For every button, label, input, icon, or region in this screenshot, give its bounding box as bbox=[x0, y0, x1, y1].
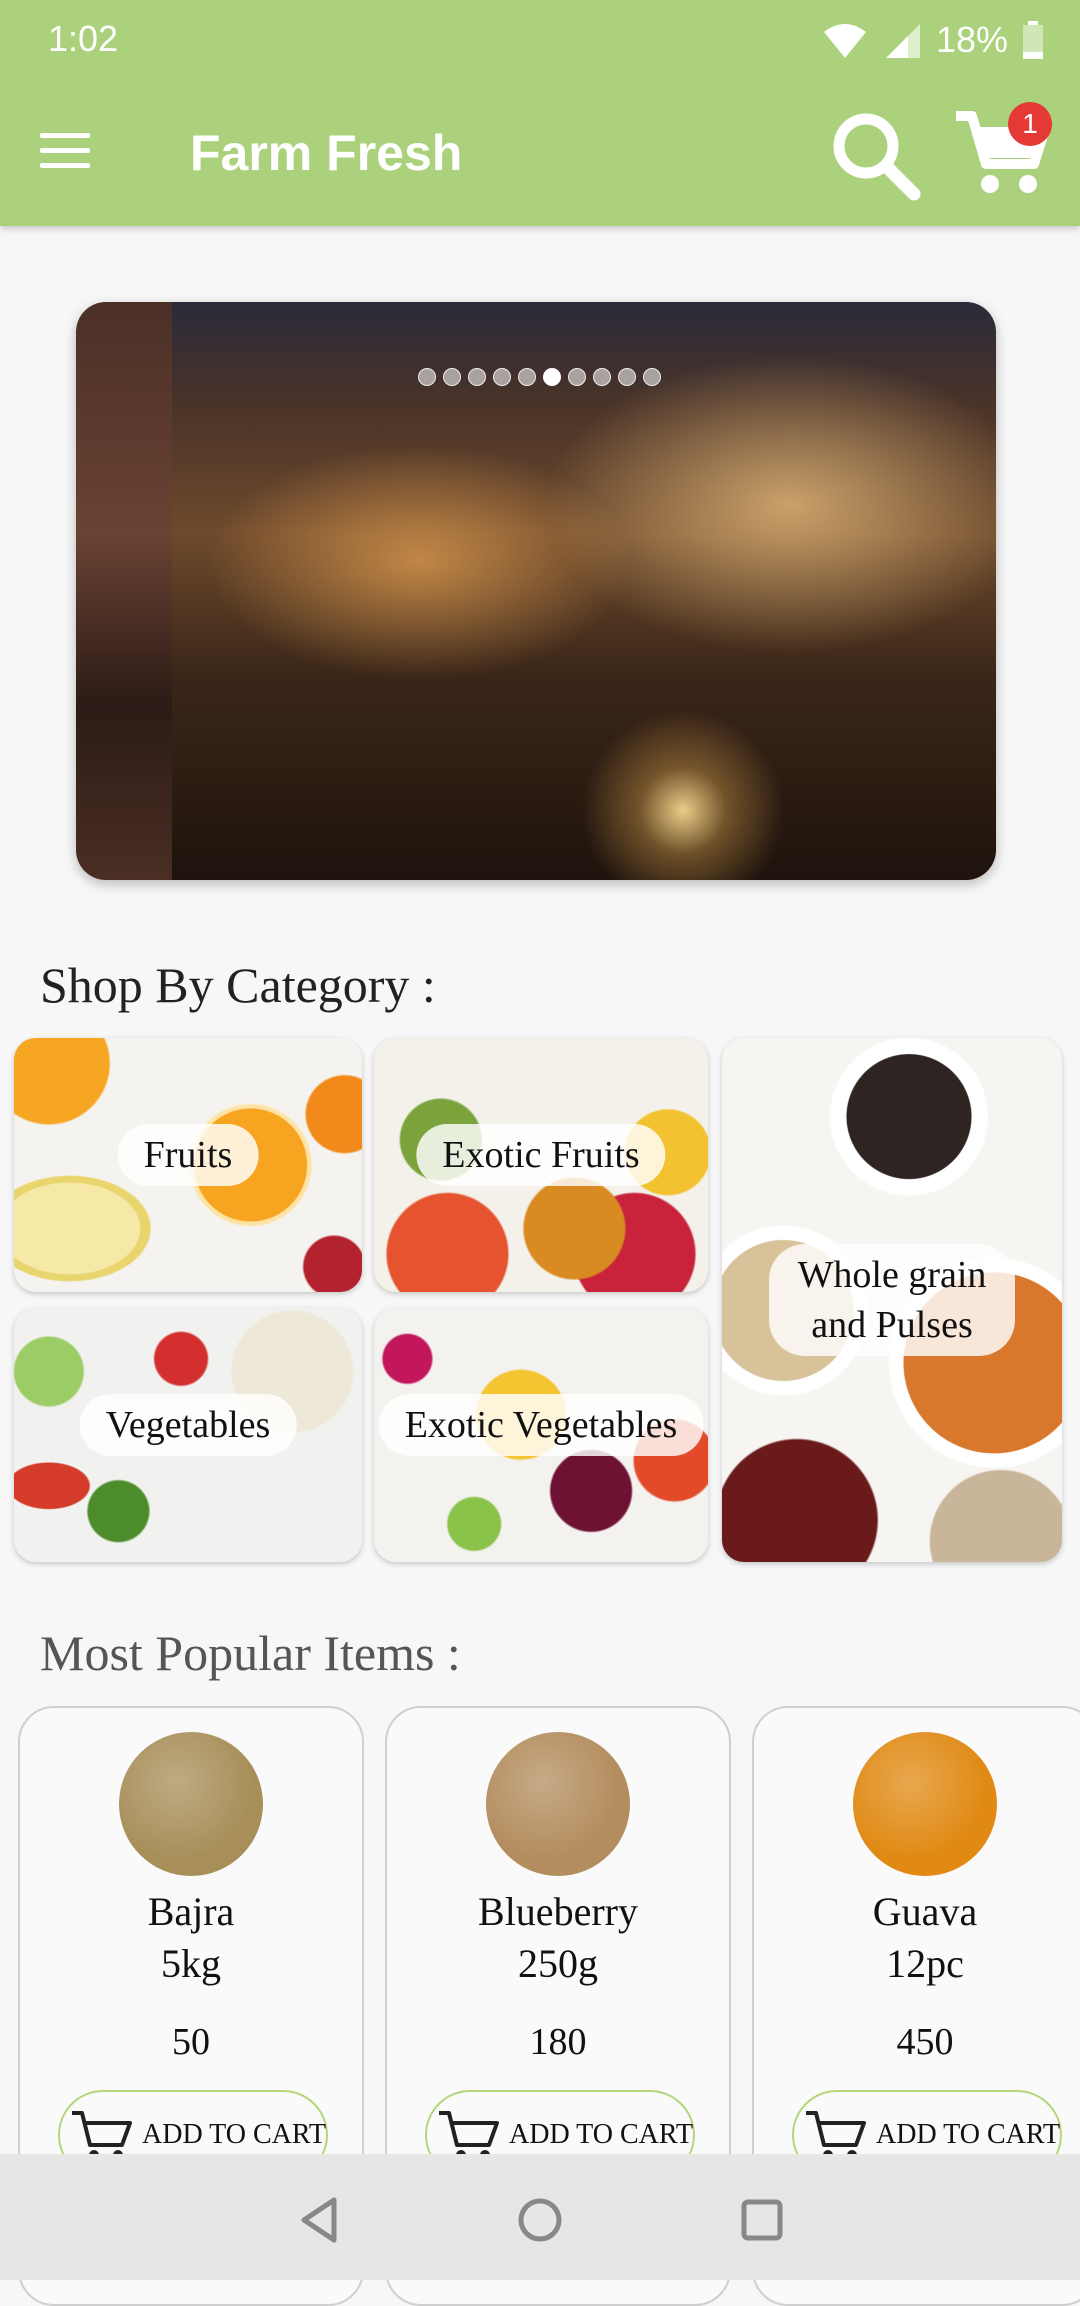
product-image bbox=[853, 1732, 997, 1876]
carousel-dot[interactable] bbox=[468, 368, 486, 386]
system-nav-bar bbox=[0, 2154, 1080, 2280]
category-label: Exotic Vegetables bbox=[378, 1394, 704, 1456]
product-image bbox=[119, 1732, 263, 1876]
hamburger-menu-icon[interactable] bbox=[40, 118, 104, 182]
carousel-dot[interactable] bbox=[618, 368, 636, 386]
home-icon[interactable] bbox=[510, 2190, 570, 2250]
popular-section-title: Most Popular Items : bbox=[40, 1625, 461, 1681]
carousel-dot[interactable] bbox=[443, 368, 461, 386]
category-label: Exotic Fruits bbox=[416, 1124, 666, 1186]
wifi-icon bbox=[823, 24, 866, 58]
category-tile-whole-grain[interactable]: Whole grain and Pulses bbox=[722, 1038, 1062, 1562]
signal-icon bbox=[885, 24, 920, 58]
battery-icon bbox=[1023, 21, 1043, 59]
carousel-dot[interactable] bbox=[418, 368, 436, 386]
status-icons: 18% bbox=[822, 14, 1044, 66]
category-tile-fruits[interactable]: Fruits bbox=[14, 1038, 362, 1292]
status-time: 1:02 bbox=[48, 18, 119, 59]
banner-previous-slide bbox=[76, 302, 172, 880]
battery-percent: 18% bbox=[935, 19, 1008, 60]
product-quantity: 12pc bbox=[886, 1941, 964, 1986]
category-section-title: Shop By Category : bbox=[40, 957, 436, 1013]
product-name: Blueberry bbox=[478, 1889, 638, 1934]
product-price: 50 bbox=[172, 2021, 210, 2063]
product-image bbox=[486, 1732, 630, 1876]
add-to-cart-label: ADD TO CART bbox=[142, 2119, 326, 2150]
recents-icon[interactable] bbox=[732, 2190, 792, 2250]
carousel-dot[interactable] bbox=[593, 368, 611, 386]
carousel-dot[interactable] bbox=[518, 368, 536, 386]
back-icon[interactable] bbox=[290, 2190, 350, 2250]
category-label: Vegetables bbox=[79, 1394, 297, 1456]
add-to-cart-label: ADD TO CART bbox=[876, 2119, 1060, 2150]
product-price: 450 bbox=[896, 2021, 954, 2063]
banner-carousel[interactable] bbox=[76, 302, 996, 880]
category-label: Fruits bbox=[117, 1124, 259, 1186]
category-tile-exotic-vegetables[interactable]: Exotic Vegetables bbox=[374, 1308, 708, 1562]
carousel-dot[interactable] bbox=[568, 368, 586, 386]
add-to-cart-label: ADD TO CART bbox=[509, 2119, 693, 2150]
product-name: Guava bbox=[872, 1889, 978, 1934]
cart-count-badge: 1 bbox=[1008, 102, 1052, 146]
carousel-dot[interactable] bbox=[493, 368, 511, 386]
search-icon[interactable] bbox=[828, 108, 924, 204]
app-bar: 1:02 18% Farm Fresh 1 bbox=[0, 0, 1080, 226]
product-name: Bajra bbox=[147, 1889, 235, 1934]
banner-image-restaurant bbox=[172, 302, 996, 880]
carousel-indicator bbox=[418, 368, 661, 386]
category-tile-vegetables[interactable]: Vegetables bbox=[14, 1308, 362, 1562]
carousel-dot[interactable] bbox=[643, 368, 661, 386]
category-label: Whole grain and Pulses bbox=[769, 1244, 1015, 1356]
product-quantity: 5kg bbox=[161, 1941, 221, 1986]
carousel-dot[interactable] bbox=[543, 368, 561, 386]
product-quantity: 250g bbox=[518, 1941, 598, 1986]
product-price: 180 bbox=[529, 2021, 587, 2063]
app-title: Farm Fresh bbox=[190, 125, 463, 181]
category-tile-exotic-fruits[interactable]: Exotic Fruits bbox=[374, 1038, 708, 1292]
